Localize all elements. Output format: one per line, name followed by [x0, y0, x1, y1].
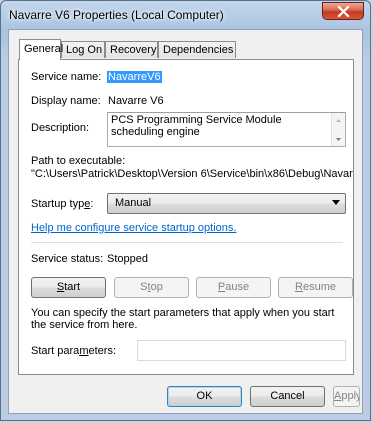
close-icon: [337, 6, 350, 17]
start-parameters-label: Start parameters:: [31, 345, 116, 357]
start-parameters-help-text: You can specify the start parameters tha…: [31, 307, 335, 331]
tab-dependencies-label: Dependencies: [163, 44, 234, 56]
startup-type-dropdown[interactable]: Manual: [107, 193, 346, 214]
title-bar[interactable]: Navarre V6 Properties (Local Computer): [1, 1, 370, 29]
startup-type-label-text: Startup typ: [31, 198, 85, 210]
tab-recovery-label: Recovery: [110, 44, 157, 56]
properties-window: Navarre V6 Properties (Local Computer) G…: [0, 0, 371, 421]
startup-type-value: Manual: [115, 197, 152, 209]
resume-button-label: esume: [302, 281, 336, 293]
pause-button-label: ause: [225, 281, 250, 293]
ok-button[interactable]: OK: [167, 386, 242, 407]
resume-button[interactable]: Resume: [278, 277, 353, 298]
scroll-arrows-icon: [336, 119, 341, 141]
dialog-client-area: General Log On Recovery Dependencies Ser…: [8, 29, 363, 414]
apply-button-label: pply: [341, 390, 360, 402]
apply-button[interactable]: Apply: [333, 386, 360, 407]
start-button-label: tart: [64, 281, 81, 293]
description-field[interactable]: PCS Programming Service Module schedulin…: [107, 112, 346, 147]
stop-button-label: op: [150, 281, 163, 293]
tab-recovery[interactable]: Recovery: [105, 41, 158, 58]
help-configure-startup-link[interactable]: Help me configure service startup option…: [31, 222, 236, 234]
cancel-button[interactable]: Cancel: [250, 386, 325, 407]
stop-button[interactable]: Stop: [114, 277, 189, 298]
startup-type-label: Startup type:: [31, 198, 93, 210]
service-name-label: Service name:: [31, 71, 102, 83]
tab-dependencies[interactable]: Dependencies: [158, 41, 236, 58]
start-parameters-input[interactable]: [137, 340, 346, 361]
path-label: Path to executable:: [31, 155, 126, 167]
tab-log-on[interactable]: Log On: [61, 41, 105, 58]
resume-button-accel: R: [295, 281, 303, 293]
chevron-down-icon: [332, 200, 340, 205]
general-tab-panel: Service name: NavarreV6 Display name: Na…: [18, 59, 354, 375]
separator: [31, 242, 343, 243]
service-status-label: Service status:: [31, 253, 104, 265]
close-button[interactable]: [322, 2, 364, 20]
display-name-label: Display name:: [31, 95, 101, 107]
display-name-value: Navarre V6: [108, 95, 164, 107]
service-status-value: Stopped: [107, 253, 148, 265]
tab-general[interactable]: General: [19, 39, 64, 60]
start-parameters-label-suffix: eters:: [88, 345, 116, 357]
stop-button-prefix: S: [140, 281, 148, 293]
start-parameters-label-text: Start para: [31, 345, 80, 357]
pause-button[interactable]: Pause: [196, 277, 271, 298]
tab-general-label: General: [24, 43, 64, 55]
service-name-selected-text: NavarreV6: [107, 71, 162, 83]
description-scrollbar[interactable]: [331, 113, 345, 146]
description-label: Description:: [31, 122, 90, 134]
tab-log-on-label: Log On: [66, 44, 103, 56]
path-value: "C:\Users\Patrick\Desktop\Version 6\Serv…: [31, 168, 353, 180]
service-name-value[interactable]: NavarreV6: [107, 71, 162, 83]
startup-type-label-colon: :: [90, 198, 94, 210]
window-title: Navarre V6 Properties (Local Computer): [9, 8, 224, 22]
start-button[interactable]: Start: [31, 277, 106, 298]
description-text: PCS Programming Service Module schedulin…: [111, 114, 282, 138]
